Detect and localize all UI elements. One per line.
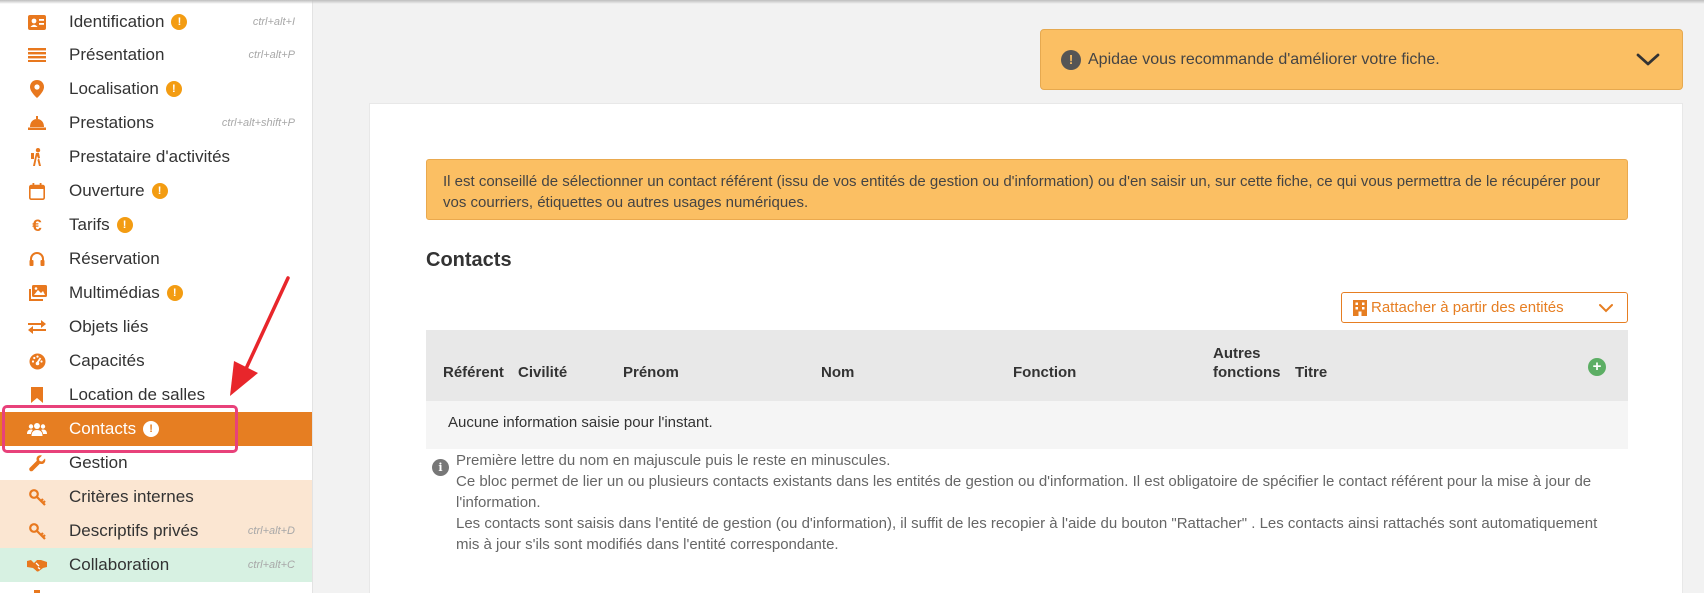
help-line: Ce bloc permet de lier un ou plusieurs c…	[456, 473, 1592, 511]
key-icon	[27, 487, 47, 507]
col-civilite: Civilité	[518, 364, 568, 381]
contacts-table-header: Référent Civilité Prénom Nom Fonction Au…	[426, 330, 1628, 401]
col-nom: Nom	[821, 364, 855, 381]
sidebar-item-tarifs[interactable]: € Tarifs!	[0, 208, 312, 242]
sidebar-item-label: Prestations	[69, 113, 155, 132]
sidebar-item-localisation[interactable]: Localisation!	[0, 72, 312, 106]
referent-advice-alert: Il est conseillé de sélectionner un cont…	[426, 159, 1628, 220]
handshake-icon	[27, 555, 47, 575]
id-card-icon	[27, 12, 47, 32]
sidebar-item-prestataire-activites[interactable]: Prestataire d'activités	[0, 140, 312, 174]
sidebar-item-collaboration[interactable]: Collaboration ctrl+alt+C	[0, 548, 312, 582]
sidebar-item-label: Ouverture	[69, 181, 145, 200]
recommendation-banner[interactable]: ! Apidae vous recommande d'améliorer vot…	[1040, 29, 1683, 90]
sidebar-item-label: Tarifs	[69, 215, 110, 234]
sidebar-item-label: Gestion	[69, 453, 128, 472]
attach-button-label: Rattacher à partir des entités	[1371, 299, 1564, 316]
service-bell-icon	[27, 113, 47, 133]
sidebar-item-label: Prestataire d'activités	[69, 147, 231, 166]
sidebar-item-label: Collaboration	[69, 555, 170, 574]
help-line: Les contacts sont saisis dans l'entité d…	[456, 515, 1598, 553]
euro-icon: €	[32, 215, 42, 235]
sidebar-item-prestations[interactable]: Prestations ctrl+alt+shift+P	[0, 106, 312, 140]
headset-icon	[27, 249, 47, 269]
col-fonction: Fonction	[1013, 364, 1077, 381]
shortcut-hint: ctrl+alt+D	[247, 525, 295, 537]
chevron-down-icon[interactable]	[1636, 48, 1660, 72]
partial-icon	[27, 588, 47, 593]
shortcut-hint: ctrl+alt+shift+P	[221, 117, 295, 129]
exclamation-icon: !	[1061, 49, 1081, 70]
sidebar-item-label: Capacités	[69, 351, 145, 370]
warning-badge: !	[151, 183, 168, 199]
list-icon	[27, 45, 47, 65]
recommendation-text: Apidae vous recommande d'améliorer votre…	[1088, 50, 1440, 68]
sidebar-item-criteres-internes[interactable]: Critères internes	[0, 480, 312, 514]
sidebar-item-partial	[0, 582, 312, 593]
warning-badge: !	[171, 14, 188, 30]
section-title: Contacts	[426, 249, 512, 271]
shortcut-hint: ctrl+alt+I	[252, 16, 295, 28]
col-prenom: Prénom	[623, 364, 679, 381]
shortcut-hint: ctrl+alt+P	[248, 49, 295, 61]
col-autres-fonctions: Autres fonctions	[1213, 345, 1281, 381]
top-shadow	[0, 0, 1704, 4]
red-arrow-annotation	[230, 276, 290, 396]
building-icon	[1353, 299, 1367, 316]
sidebar-item-label: Multimédias	[69, 283, 160, 302]
wrench-icon	[27, 453, 47, 473]
add-contact-icon[interactable]: +	[1588, 358, 1606, 376]
warning-badge: !	[166, 285, 183, 301]
warning-badge: !	[116, 217, 133, 233]
info-icon: i	[432, 459, 449, 476]
calendar-icon	[27, 181, 47, 201]
attach-from-entities-button[interactable]: Rattacher à partir des entités	[1341, 292, 1628, 323]
sidebar-item-label: Critères internes	[69, 487, 194, 506]
exchange-icon	[27, 317, 47, 337]
table-empty-row: Aucune information saisie pour l'instant…	[426, 401, 1628, 449]
sidebar-item-label: Objets liés	[69, 317, 149, 336]
sidebar-item-label: Location de salles	[69, 385, 206, 404]
sidebar-item-ouverture[interactable]: Ouverture!	[0, 174, 312, 208]
sidebar-item-label: Descriptifs privés	[69, 521, 199, 540]
col-titre: Titre	[1295, 364, 1328, 381]
images-icon	[27, 283, 47, 303]
sidebar-item-identification[interactable]: Identification! ctrl+alt+I	[0, 5, 312, 39]
key-icon	[27, 521, 47, 541]
col-referent: Référent	[443, 364, 504, 381]
sidebar-item-label: Identification	[69, 12, 165, 31]
contacts-panel: Il est conseillé de sélectionner un cont…	[369, 103, 1683, 593]
sidebar-item-descriptifs-prives[interactable]: Descriptifs privés ctrl+alt+D	[0, 514, 312, 548]
chevron-down-icon	[1599, 304, 1613, 313]
sidebar-item-label: Localisation	[69, 79, 159, 98]
contacts-highlight-annotation	[2, 405, 238, 453]
shortcut-hint: ctrl+alt+C	[247, 559, 295, 571]
sidebar-item-label: Réservation	[69, 249, 160, 268]
bookmark-icon	[27, 385, 47, 405]
gauge-icon	[27, 351, 47, 371]
sidebar-item-reservation[interactable]: Réservation	[0, 242, 312, 276]
sidebar-item-label: Présentation	[69, 45, 165, 64]
warning-badge: !	[165, 81, 182, 97]
sidebar-item-presentation[interactable]: Présentation ctrl+alt+P	[0, 38, 312, 72]
hiker-icon	[27, 147, 47, 167]
help-line: Première lettre du nom en majuscule puis…	[456, 452, 891, 469]
map-pin-icon	[27, 79, 47, 99]
